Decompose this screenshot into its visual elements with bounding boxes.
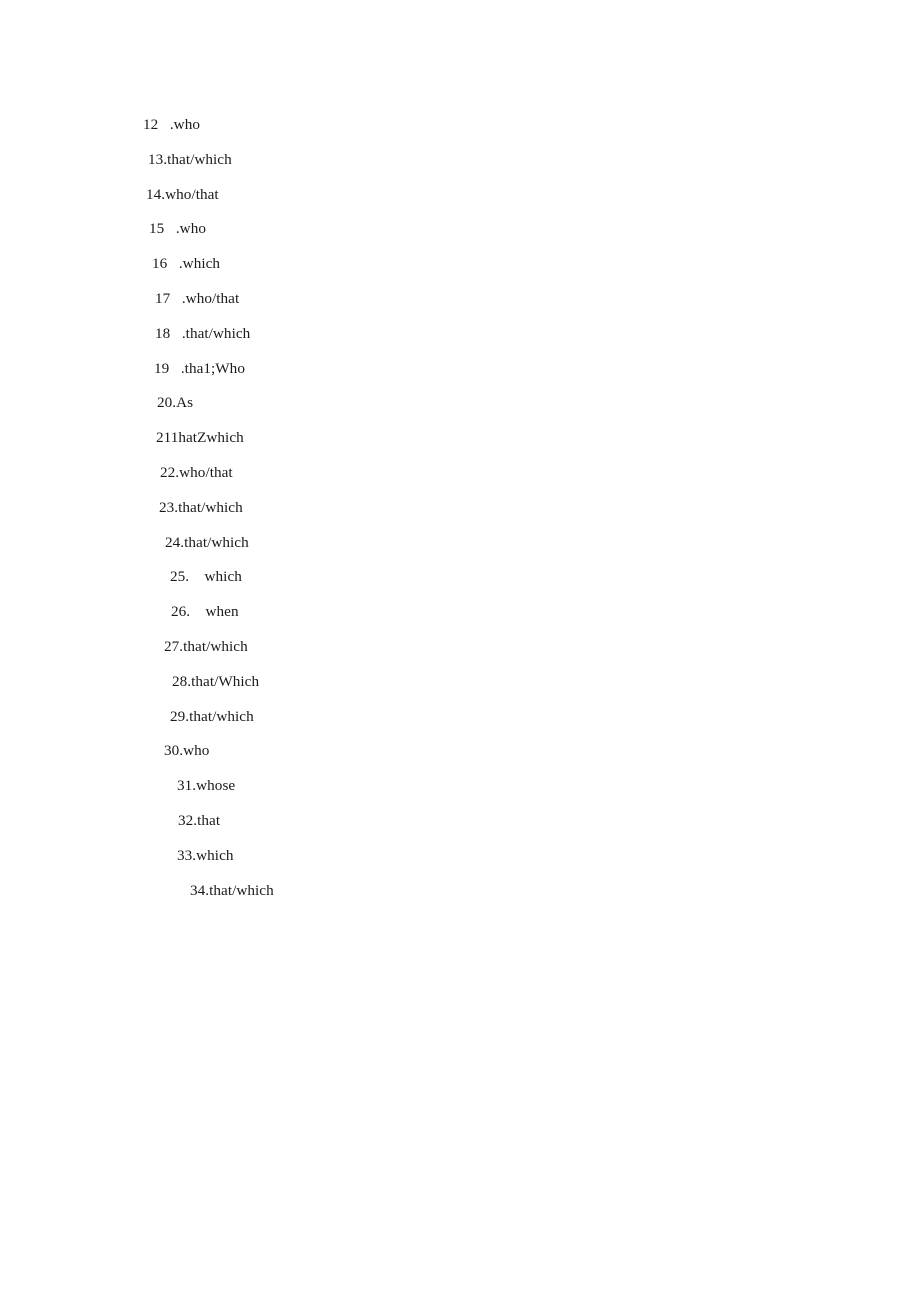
answer-line: 211hatZwhich <box>156 429 244 447</box>
answer-line: 12 .who <box>143 116 200 133</box>
answer-line: 34.that/which <box>190 881 274 899</box>
answer-line: 13.that/which <box>148 150 232 168</box>
answer-line: 16 .which <box>152 255 221 273</box>
answer-list: 12 .who 13.that/which 14.who/that 15 .who 16… <box>0 108 920 908</box>
answer-line: 29.that/which <box>170 707 254 725</box>
answer-line: 17 .who/that <box>155 289 240 307</box>
answer-line: 27.that/which <box>164 637 248 655</box>
answer-line: 24.that/which <box>165 533 249 551</box>
answer-line: 25. which <box>170 568 242 586</box>
answer-line: 32.that <box>178 811 221 829</box>
answer-line: 33.which <box>177 846 234 864</box>
answer-line: 28.that/Which <box>172 672 260 690</box>
answer-line: 19 .tha1;Who <box>154 359 245 377</box>
answer-line: 31.whose <box>177 777 236 795</box>
answer-line: 15 .who <box>149 220 206 238</box>
answer-line: 22.who/that <box>160 463 233 481</box>
answer-line: 26. when <box>171 603 239 621</box>
answer-line: 30.who <box>164 742 210 760</box>
answer-line: 20.As <box>157 394 194 412</box>
answer-line: 18 .that/which <box>155 324 251 342</box>
answer-line: 14.who/that <box>146 185 219 203</box>
document-page: 12 .who 13.that/which 14.who/that 15 .who 16… <box>0 0 920 1301</box>
answer-line: 23.that/which <box>159 498 243 516</box>
